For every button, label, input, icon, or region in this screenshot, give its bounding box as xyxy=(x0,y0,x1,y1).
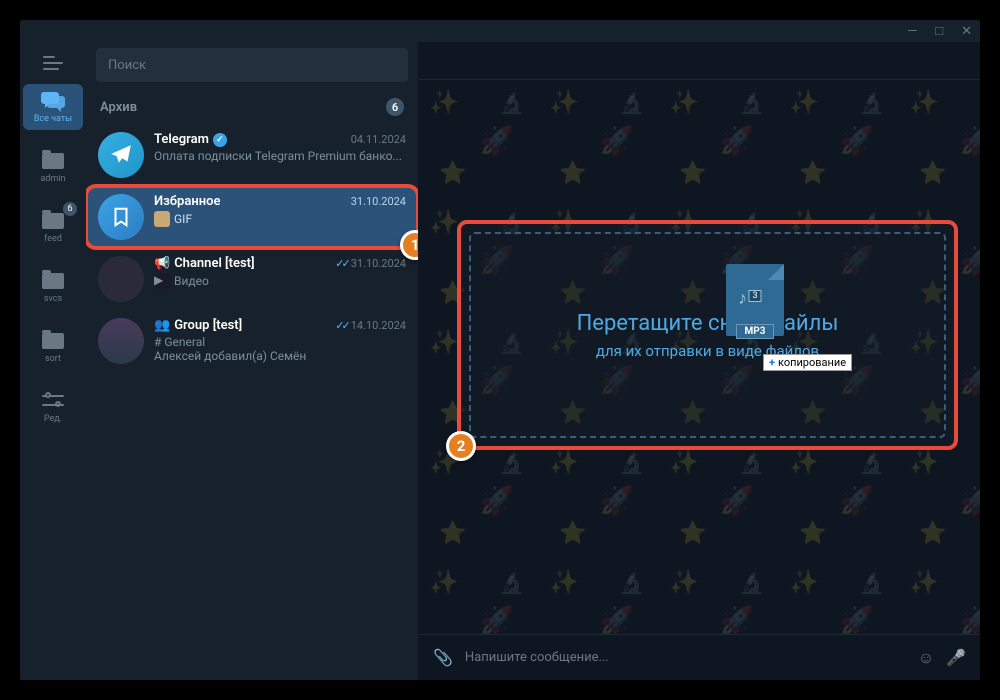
avatar xyxy=(98,318,144,364)
tab-admin[interactable]: admin xyxy=(23,144,83,190)
tab-label: admin xyxy=(40,174,65,184)
chat-topic: # General xyxy=(154,335,406,349)
tab-edit[interactable]: Ред. xyxy=(23,384,83,430)
chat-date: 04.11.2024 xyxy=(351,133,406,146)
chat-list: Поиск Архив 6 Telegram✓ 04.11.2024 Оплат… xyxy=(86,42,419,680)
music-note-icon: ♪ xyxy=(738,288,747,309)
gif-thumb xyxy=(154,211,170,227)
tab-label: feed xyxy=(44,234,62,244)
app-window: — □ ✕ Все чаты admin 6 feed xyxy=(20,20,980,680)
tab-all-chats[interactable]: Все чаты xyxy=(23,84,83,130)
attach-icon[interactable]: 📎 xyxy=(433,648,453,667)
drop-zone[interactable]: Перетащите сюда файлы для их отправки в … xyxy=(457,220,958,450)
verified-icon: ✓ xyxy=(213,133,227,147)
chat-name: 👥Group [test] xyxy=(154,318,242,333)
message-input-bar[interactable]: 📎 Напишите сообщение... ☺ 🎤 xyxy=(419,634,980,680)
titlebar: — □ ✕ xyxy=(20,20,980,42)
folder-icon xyxy=(40,330,66,352)
chats-icon xyxy=(40,90,66,112)
archive-row[interactable]: Архив 6 xyxy=(86,90,418,124)
chat-preview: Алексей добавил(а) Семён xyxy=(154,349,406,363)
tab-feed[interactable]: 6 feed xyxy=(23,204,83,250)
read-checks-icon: ✓✓ xyxy=(335,319,347,332)
chat-date: ✓✓31.10.2024 xyxy=(335,257,406,270)
folder-icon xyxy=(40,150,66,172)
avatar xyxy=(98,194,144,240)
search-input[interactable]: Поиск xyxy=(96,48,408,82)
chat-preview: GIF xyxy=(174,212,192,226)
file-ext-label: MP3 xyxy=(736,324,775,339)
maximize-button[interactable]: □ xyxy=(935,23,943,39)
settings-icon xyxy=(40,390,66,412)
chat-header[interactable] xyxy=(419,42,980,80)
chat-preview: Видео xyxy=(174,274,209,288)
group-icon: 👥 xyxy=(154,318,170,333)
menu-icon[interactable] xyxy=(43,56,63,70)
read-checks-icon: ✓✓ xyxy=(335,257,347,270)
chat-date: ✓✓14.10.2024 xyxy=(335,319,406,332)
plus-icon: + xyxy=(769,356,775,369)
tab-label: Ред. xyxy=(44,414,62,424)
avatar xyxy=(98,256,144,302)
video-thumb: ▶ xyxy=(154,273,170,289)
chat-item-group[interactable]: 👥Group [test] ✓✓14.10.2024 # General Але… xyxy=(86,310,418,372)
chat-date: 31.10.2024 xyxy=(351,195,406,208)
unread-badge: 6 xyxy=(63,202,77,216)
tab-svcs[interactable]: svcs xyxy=(23,264,83,310)
chat-preview: Оплата подписки Telegram Premium банко..… xyxy=(154,149,406,163)
chat-name: Telegram✓ xyxy=(154,132,227,147)
dragged-file: ♪ 3 MP3 xyxy=(726,264,784,339)
drop-title: Перетащите сюда файлы xyxy=(577,311,839,336)
chat-item-saved[interactable]: Избранное 31.10.2024 GIF 1 xyxy=(86,186,418,248)
copy-tooltip: + копирование xyxy=(763,354,852,371)
chat-name: 📢Channel [test] xyxy=(154,256,255,271)
file-count: 3 xyxy=(748,290,761,302)
tab-sort[interactable]: sort xyxy=(23,324,83,370)
archive-label: Архив xyxy=(100,100,137,115)
tab-label: sort xyxy=(45,354,61,364)
folder-icon xyxy=(40,270,66,292)
tab-label: Все чаты xyxy=(34,114,72,124)
folder-tabs: Все чаты admin 6 feed svcs sort Ред. xyxy=(20,42,86,680)
minimize-button[interactable]: — xyxy=(907,24,917,39)
avatar xyxy=(98,132,144,178)
folder-icon xyxy=(40,210,66,232)
message-input[interactable]: Напишите сообщение... xyxy=(465,650,906,665)
archive-count: 6 xyxy=(386,98,404,116)
chat-name: Избранное xyxy=(154,194,220,209)
chat-item-telegram[interactable]: Telegram✓ 04.11.2024 Оплата подписки Tel… xyxy=(86,124,418,186)
chat-area: ✨🚀⭐🔬 Перетащите сюда файлы для их отправ… xyxy=(419,42,980,680)
chat-item-channel[interactable]: 📢Channel [test] ✓✓31.10.2024 ▶ Видео xyxy=(86,248,418,310)
voice-icon[interactable]: 🎤 xyxy=(946,648,966,667)
tab-label: svcs xyxy=(44,294,62,304)
annotation-marker-2: 2 xyxy=(446,431,476,461)
megaphone-icon: 📢 xyxy=(154,256,170,271)
close-button[interactable]: ✕ xyxy=(961,24,972,39)
emoji-icon[interactable]: ☺ xyxy=(918,648,934,668)
